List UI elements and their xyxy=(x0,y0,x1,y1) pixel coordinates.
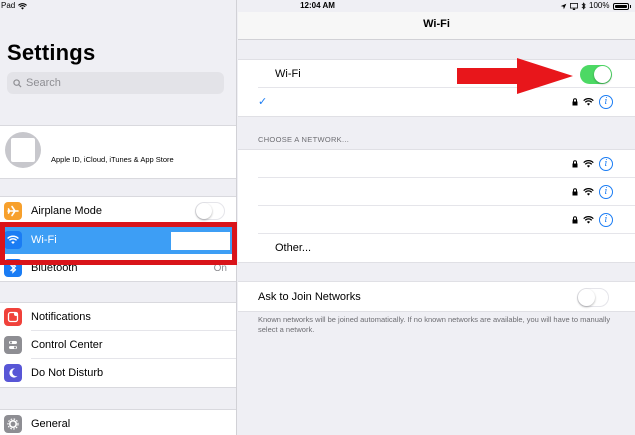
info-icon[interactable]: i xyxy=(599,213,613,227)
choose-network-header: CHOOSE A NETWORK... xyxy=(258,135,350,144)
moon-icon xyxy=(4,364,22,382)
red-arrow-annotation xyxy=(457,58,573,94)
apple-id-profile[interactable]: Apple ID, iCloud, iTunes & App Store xyxy=(0,125,236,179)
profile-subtitle: Apple ID, iCloud, iTunes & App Store xyxy=(51,155,174,164)
info-icon[interactable]: i xyxy=(599,157,613,171)
wifi-detail-pane: Wi-Fi Wi-Fi ✓ i CHOOSE A NETWORK... i i … xyxy=(238,0,635,435)
checkmark-icon: ✓ xyxy=(258,96,268,108)
network-row[interactable]: i xyxy=(238,178,635,206)
general-group: General xyxy=(0,409,236,435)
lock-icon xyxy=(572,188,578,196)
status-time: 12:04 AM xyxy=(300,1,335,10)
sidebar-item-do-not-disturb[interactable]: Do Not Disturb xyxy=(0,359,236,387)
bluetooth-status-icon xyxy=(581,2,586,10)
lock-icon xyxy=(572,98,578,106)
wifi-strength-icon xyxy=(583,98,594,106)
network-list: i i i Other... xyxy=(238,149,635,263)
bluetooth-icon xyxy=(4,259,22,277)
connected-network-row[interactable]: ✓ i xyxy=(238,88,635,116)
info-icon[interactable]: i xyxy=(599,95,613,109)
gear-icon xyxy=(4,415,22,433)
sidebar-item-label: Do Not Disturb xyxy=(31,367,104,379)
wifi-strength-icon xyxy=(583,216,594,224)
sidebar-item-label: General xyxy=(31,418,71,430)
row-separator xyxy=(31,224,236,225)
sidebar-item-label: Control Center xyxy=(31,339,103,351)
status-bar: Pad 12:04 AM 100% xyxy=(0,0,635,12)
sidebar-item-control-center[interactable]: Control Center xyxy=(0,331,236,359)
other-network-label: Other... xyxy=(275,242,312,254)
sidebar-item-label: Bluetooth xyxy=(31,262,78,274)
airplane-icon xyxy=(4,202,22,220)
notifications-icon xyxy=(4,308,22,326)
sidebar-item-general[interactable]: General xyxy=(0,410,236,435)
wifi-toggle-row: Wi-Fi xyxy=(238,60,635,88)
wifi-toggle[interactable] xyxy=(580,65,612,84)
connectivity-group: Airplane Mode Wi-Fi Bluetooth On xyxy=(0,196,236,282)
search-icon xyxy=(13,78,22,88)
network-row[interactable]: i xyxy=(238,150,635,178)
other-network-row[interactable]: Other... xyxy=(238,234,635,262)
sidebar-item-airplane-mode[interactable]: Airplane Mode xyxy=(0,197,236,225)
battery-percent: 100% xyxy=(589,1,610,10)
wifi-icon xyxy=(4,231,22,249)
ask-to-join-card: Ask to Join Networks xyxy=(238,281,635,312)
notifications-group: Notifications Control Center Do Not Dist… xyxy=(0,302,236,388)
sidebar-item-label: Airplane Mode xyxy=(31,205,102,217)
airplane-mode-toggle[interactable] xyxy=(195,202,225,220)
lock-icon xyxy=(572,216,578,224)
wifi-strength-icon xyxy=(583,160,594,168)
sidebar-item-notifications[interactable]: Notifications xyxy=(0,303,236,331)
battery-nub xyxy=(629,4,631,8)
bluetooth-status: On xyxy=(213,262,227,274)
location-icon xyxy=(560,3,567,9)
search-field[interactable]: Search xyxy=(7,72,224,94)
lock-icon xyxy=(572,160,578,168)
ask-to-join-toggle[interactable] xyxy=(577,288,609,307)
wifi-strength-icon xyxy=(583,188,594,196)
avatar xyxy=(5,132,41,168)
network-row[interactable]: i xyxy=(238,206,635,234)
page-title: Wi-Fi xyxy=(423,18,450,30)
sidebar-item-label: Notifications xyxy=(31,311,91,323)
ask-to-join-row: Ask to Join Networks xyxy=(238,282,635,311)
ask-to-join-label: Ask to Join Networks xyxy=(258,291,361,303)
nav-bar: Wi-Fi xyxy=(238,12,635,40)
sidebar-title: Settings xyxy=(7,40,96,65)
sidebar-item-bluetooth[interactable]: Bluetooth On xyxy=(0,254,236,282)
control-center-icon xyxy=(4,336,22,354)
redacted-network-name xyxy=(171,232,230,250)
ask-to-join-description: Known networks will be joined automatica… xyxy=(258,315,611,334)
battery-icon xyxy=(612,2,629,10)
screen-mirroring-icon xyxy=(570,2,578,10)
wifi-toggle-card: Wi-Fi ✓ i xyxy=(238,59,635,117)
wifi-label: Wi-Fi xyxy=(275,68,301,80)
sidebar-item-label: Wi-Fi xyxy=(31,234,57,246)
search-placeholder: Search xyxy=(26,77,61,89)
settings-sidebar: Settings Search Apple ID, iCloud, iTunes… xyxy=(0,0,237,435)
info-icon[interactable]: i xyxy=(599,185,613,199)
sidebar-item-wifi[interactable]: Wi-Fi xyxy=(0,226,236,254)
